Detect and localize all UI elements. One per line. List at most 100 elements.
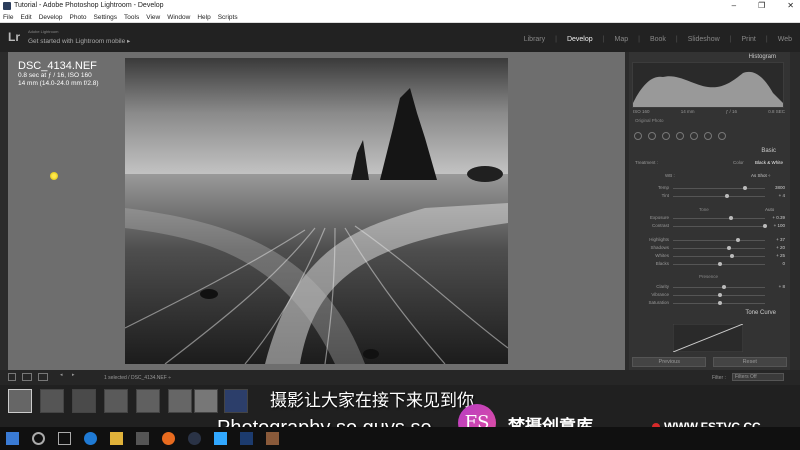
slider-value[interactable]: + 4 <box>779 193 785 198</box>
spot-removal-icon[interactable] <box>662 132 670 140</box>
module-web[interactable]: Web <box>778 36 792 43</box>
tone-auto-button[interactable]: Auto <box>765 207 774 212</box>
thumbnail[interactable] <box>72 389 96 413</box>
module-slideshow[interactable]: Slideshow <box>688 36 720 43</box>
menu-scripts[interactable]: Scripts <box>218 12 238 22</box>
edge-browser-icon[interactable] <box>84 432 97 445</box>
slider-row-exposure[interactable]: Exposure + 0.39 <box>635 215 785 222</box>
slider-track[interactable] <box>673 240 765 241</box>
slider-value[interactable]: + 37 <box>776 237 785 242</box>
slider-row-saturation[interactable]: Saturation <box>635 300 785 307</box>
slider-track[interactable] <box>673 226 765 227</box>
slider-value[interactable]: 0 <box>782 261 785 266</box>
mobile-prompt-link[interactable]: Get started with Lightroom mobile ▸ <box>28 37 130 45</box>
develop-canvas[interactable]: DSC_4134.NEF 0.8 sec at ƒ / 16, ISO 160 … <box>8 52 625 370</box>
lightroom-taskbar-icon[interactable] <box>214 432 227 445</box>
slider-row-contrast[interactable]: Contrast + 100 <box>635 223 785 230</box>
slider-track[interactable] <box>673 196 765 197</box>
tone-curve-graph[interactable] <box>673 324 743 352</box>
brush-icon[interactable] <box>718 132 726 140</box>
menu-photo[interactable]: Photo <box>70 12 87 22</box>
treatment-color-option[interactable]: Color <box>733 160 744 165</box>
module-book[interactable]: Book <box>650 36 666 43</box>
slider-value[interactable]: + 20 <box>776 245 785 250</box>
thumbnail[interactable] <box>40 389 64 413</box>
slider-knob[interactable] <box>729 254 734 258</box>
thumbnail[interactable] <box>168 389 192 413</box>
nav-forward-icon[interactable]: ▸ <box>72 372 75 378</box>
search-icon[interactable] <box>32 432 45 445</box>
nav-back-icon[interactable]: ◂ <box>60 372 63 378</box>
slider-row-vibrance[interactable]: Vibrance <box>635 292 785 299</box>
slider-knob[interactable] <box>718 262 722 266</box>
slider-value[interactable]: + 8 <box>779 284 785 289</box>
basic-header[interactable]: Basic <box>761 148 776 154</box>
treatment-bw-option[interactable]: Black & White <box>755 160 783 165</box>
histogram-header[interactable]: Histogram <box>749 54 776 60</box>
slider-knob[interactable] <box>736 238 740 242</box>
slider-value[interactable]: + 0.39 <box>772 215 785 220</box>
slider-knob[interactable] <box>728 216 733 220</box>
slider-row-clarity[interactable]: Clarity + 8 <box>635 284 785 291</box>
minimize-button[interactable]: – <box>732 0 736 12</box>
bridge-taskbar-icon[interactable] <box>266 432 279 445</box>
thumbnail[interactable] <box>104 389 128 413</box>
menu-develop[interactable]: Develop <box>39 12 63 22</box>
maximize-button[interactable]: ❐ <box>758 0 765 12</box>
slider-track[interactable] <box>673 256 765 257</box>
module-develop[interactable]: Develop <box>567 36 593 43</box>
thumbnail-selected[interactable] <box>8 389 32 413</box>
module-library[interactable]: Library <box>524 36 545 43</box>
slider-row-highlights[interactable]: Highlights + 37 <box>635 237 785 244</box>
photo-preview[interactable] <box>125 58 508 364</box>
loupe-view-icon[interactable] <box>38 373 48 381</box>
filmstrip-path[interactable]: 1 selected / DSC_4134.NEF ÷ <box>104 375 171 381</box>
slider-row-blacks[interactable]: Blacks 0 <box>635 261 785 268</box>
secondary-display-icon[interactable] <box>8 373 16 381</box>
photoshop-taskbar-icon[interactable] <box>240 432 253 445</box>
left-panel-collapsed[interactable] <box>0 52 8 370</box>
menu-view[interactable]: View <box>146 12 160 22</box>
thumbnail[interactable] <box>224 389 248 413</box>
filter-select[interactable]: Filters Off <box>732 373 784 381</box>
slider-track[interactable] <box>673 287 765 288</box>
radial-filter-icon[interactable] <box>704 132 712 140</box>
slider-knob[interactable] <box>721 285 726 289</box>
reset-button[interactable]: Reset <box>712 357 787 367</box>
slider-row-shadows[interactable]: Shadows + 20 <box>635 245 785 252</box>
slider-track[interactable] <box>673 248 765 249</box>
redeye-icon[interactable] <box>676 132 684 140</box>
store-icon[interactable] <box>136 432 149 445</box>
menu-file[interactable]: File <box>3 12 13 22</box>
slider-knob[interactable] <box>727 246 731 250</box>
thumbnail[interactable] <box>194 389 218 413</box>
grid-icon[interactable] <box>634 132 642 140</box>
file-explorer-icon[interactable] <box>110 432 123 445</box>
slider-knob[interactable] <box>725 194 730 198</box>
menu-help[interactable]: Help <box>197 12 210 22</box>
module-map[interactable]: Map <box>614 36 628 43</box>
graduated-filter-icon[interactable] <box>690 132 698 140</box>
slider-knob[interactable] <box>743 186 748 190</box>
slider-knob[interactable] <box>718 293 722 297</box>
firefox-icon[interactable] <box>162 432 175 445</box>
slider-value[interactable]: + 100 <box>774 223 785 228</box>
tone-curve-header[interactable]: Tone Curve <box>745 310 776 316</box>
steam-icon[interactable] <box>188 432 201 445</box>
menu-window[interactable]: Window <box>167 12 190 22</box>
slider-knob[interactable] <box>718 301 722 305</box>
slider-track[interactable] <box>673 188 765 189</box>
close-button[interactable]: ✕ <box>787 0 794 12</box>
slider-track[interactable] <box>673 218 765 219</box>
slider-value[interactable]: + 25 <box>776 253 785 258</box>
task-view-icon[interactable] <box>58 432 71 445</box>
menu-tools[interactable]: Tools <box>124 12 139 22</box>
previous-button[interactable]: Previous <box>632 357 707 367</box>
crop-icon[interactable] <box>648 132 656 140</box>
grid-view-icon[interactable] <box>22 373 32 381</box>
menu-edit[interactable]: Edit <box>20 12 31 22</box>
module-print[interactable]: Print <box>741 36 755 43</box>
slider-row-tint[interactable]: Tint + 4 <box>635 193 785 200</box>
windows-start-icon[interactable] <box>6 432 19 445</box>
slider-value[interactable]: 3800 <box>775 185 785 190</box>
